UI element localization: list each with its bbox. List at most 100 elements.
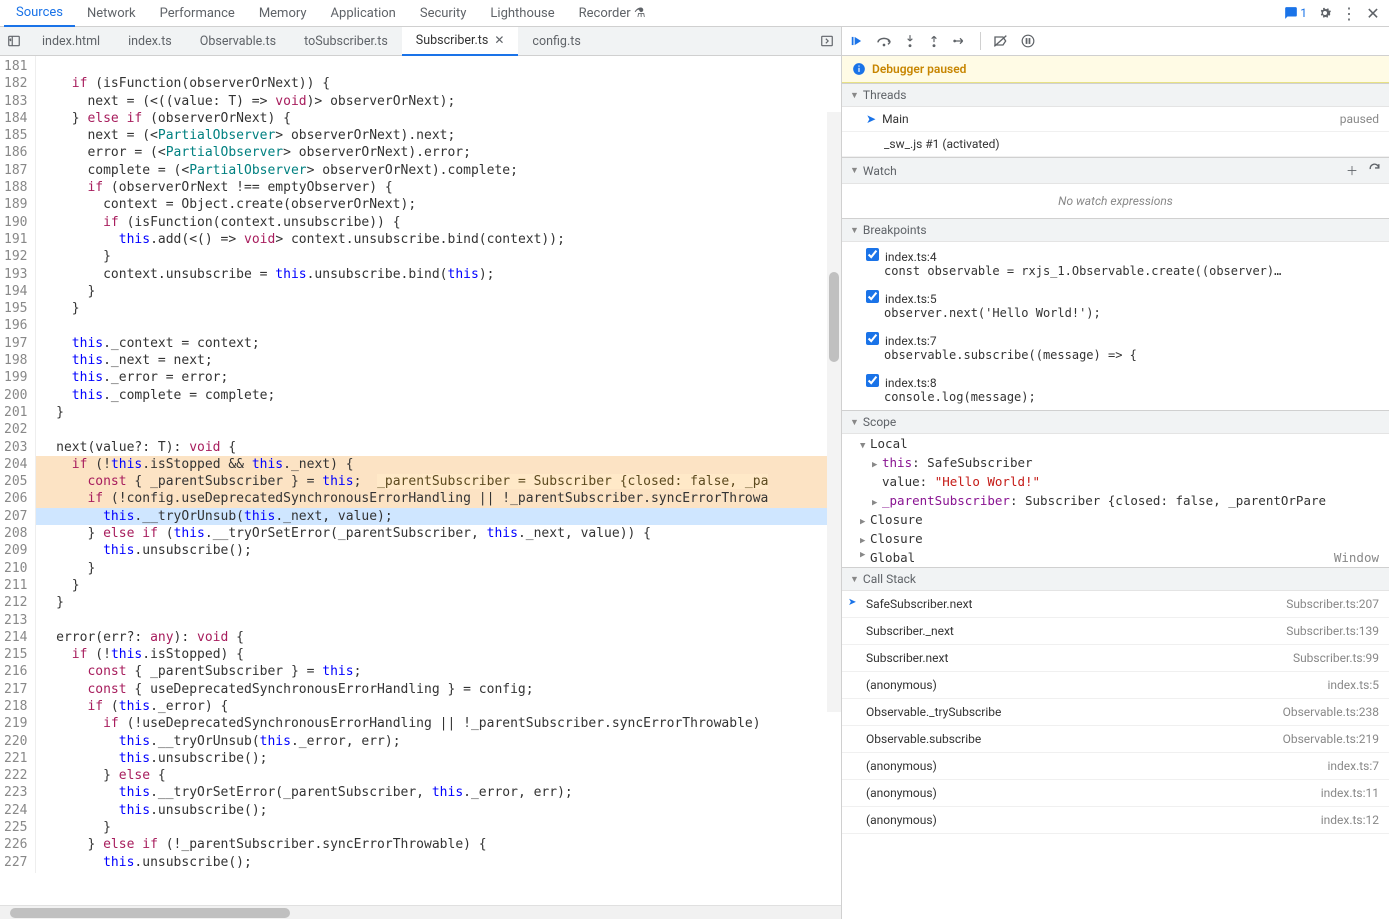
callstack-frame[interactable]: Observable._trySubscribeObservable.ts:23…	[842, 699, 1389, 726]
callstack-frame[interactable]: Observable.subscribeObservable.ts:219	[842, 726, 1389, 753]
panel-tab-recorder[interactable]: Recorder ⚗	[567, 1, 658, 26]
code-line[interactable]: }	[36, 248, 841, 265]
code-line[interactable]: this.__tryOrSetError(_parentSubscriber, …	[36, 784, 841, 801]
scope-global-toggle[interactable]: ▶GlobalWindow	[842, 548, 1389, 567]
breakpoint-checkbox[interactable]	[866, 332, 879, 345]
scope-var-this[interactable]: ▶this: SafeSubscriber	[842, 453, 1389, 472]
navigator-toggle-button[interactable]	[0, 34, 28, 48]
breakpoints-header[interactable]: ▼ Breakpoints	[842, 218, 1389, 242]
code-line[interactable]: }	[36, 404, 841, 421]
code-line[interactable]: this._complete = complete;	[36, 387, 841, 404]
code-line[interactable]: next = (<PartialObserver> observerOrNext…	[36, 127, 841, 144]
code-line[interactable]: } else if (observerOrNext) {	[36, 110, 841, 127]
callstack-frame[interactable]: SafeSubscriber.nextSubscriber.ts:207	[842, 591, 1389, 618]
callstack-frame[interactable]: Subscriber._nextSubscriber.ts:139	[842, 618, 1389, 645]
callstack-frame[interactable]: (anonymous)index.ts:11	[842, 780, 1389, 807]
panel-tab-performance[interactable]: Performance	[148, 1, 247, 26]
code-editor[interactable]: 1811821831841851861871881891901911921931…	[0, 56, 841, 905]
panel-tab-memory[interactable]: Memory	[247, 1, 319, 26]
code-line[interactable]	[36, 612, 841, 629]
breakpoint-item[interactable]: index.ts:7observable.subscribe((message)…	[842, 326, 1389, 368]
file-tab[interactable]: Observable.ts	[186, 27, 290, 56]
scope-var-value[interactable]: value: "Hello World!"	[842, 472, 1389, 491]
callstack-header[interactable]: ▼ Call Stack	[842, 567, 1389, 591]
code-line[interactable]: next = (<((value: T) => void)> observerO…	[36, 93, 841, 110]
breakpoint-checkbox[interactable]	[866, 290, 879, 303]
more-tabs-button[interactable]	[813, 34, 841, 48]
code-line[interactable]: this.unsubscribe();	[36, 854, 841, 871]
code-line[interactable]: }	[36, 577, 841, 594]
code-line[interactable]: context.unsubscribe = this.unsubscribe.b…	[36, 266, 841, 283]
panel-tab-lighthouse[interactable]: Lighthouse	[478, 1, 566, 26]
scope-header[interactable]: ▼ Scope	[842, 410, 1389, 434]
code-line[interactable]	[36, 421, 841, 438]
code-line[interactable]: this._next = next;	[36, 352, 841, 369]
step-into-button[interactable]	[904, 34, 916, 48]
add-watch-button[interactable]: ＋	[1346, 162, 1358, 179]
code-line[interactable]: } else if (this.__tryOrSetError(_parentS…	[36, 525, 841, 542]
code-line[interactable]: this.unsubscribe();	[36, 750, 841, 767]
code-lines[interactable]: if (isFunction(observerOrNext)) { next =…	[36, 56, 841, 873]
code-line[interactable]	[36, 58, 841, 75]
code-line[interactable]: this.__tryOrUnsub(this._error, err);	[36, 733, 841, 750]
thread-row[interactable]: _sw_.js #1 (activated)	[842, 132, 1389, 157]
code-line[interactable]: }	[36, 300, 841, 317]
breakpoint-item[interactable]: index.ts:5observer.next('Hello World!');	[842, 284, 1389, 326]
panel-tab-application[interactable]: Application	[319, 1, 408, 26]
scrollbar-thumb[interactable]	[829, 272, 839, 362]
threads-header[interactable]: ▼ Threads	[842, 83, 1389, 107]
code-line[interactable]: const { useDeprecatedSynchronousErrorHan…	[36, 681, 841, 698]
code-line[interactable]: } else if (!_parentSubscriber.syncErrorT…	[36, 836, 841, 853]
panel-tab-sources[interactable]: Sources	[4, 0, 75, 27]
code-line[interactable]: this.add(<() => void> context.unsubscrib…	[36, 231, 841, 248]
resume-button[interactable]	[850, 34, 864, 48]
code-line[interactable]: }	[36, 283, 841, 300]
close-tab-button[interactable]: ✕	[494, 33, 504, 47]
scrollbar-thumb[interactable]	[10, 908, 290, 918]
code-line[interactable]: this.unsubscribe();	[36, 542, 841, 559]
panel-tab-network[interactable]: Network	[75, 1, 148, 26]
callstack-frame[interactable]: Subscriber.nextSubscriber.ts:99	[842, 645, 1389, 672]
code-line[interactable]: if (observerOrNext !== emptyObserver) {	[36, 179, 841, 196]
code-line[interactable]: const { _parentSubscriber } = this; _par…	[36, 473, 841, 490]
breakpoint-checkbox[interactable]	[866, 248, 879, 261]
code-line[interactable]: this.unsubscribe();	[36, 802, 841, 819]
thread-row[interactable]: ➤Mainpaused	[842, 107, 1389, 132]
code-line[interactable]: }	[36, 560, 841, 577]
code-line[interactable]: if (isFunction(context.unsubscribe)) {	[36, 214, 841, 231]
code-line[interactable]: if (!this.isStopped && this._next) {	[36, 456, 841, 473]
refresh-watch-button[interactable]	[1368, 162, 1381, 179]
breakpoint-checkbox[interactable]	[866, 374, 879, 387]
more-button[interactable]: ⋮	[1337, 1, 1361, 25]
watch-header[interactable]: ▼ Watch ＋	[842, 157, 1389, 184]
code-line[interactable]: const { _parentSubscriber } = this;	[36, 663, 841, 680]
code-line[interactable]	[36, 317, 841, 334]
breakpoint-item[interactable]: index.ts:4const observable = rxjs_1.Obse…	[842, 242, 1389, 284]
vertical-scrollbar[interactable]	[827, 112, 841, 712]
deactivate-breakpoints-button[interactable]	[993, 34, 1009, 48]
code-line[interactable]: error = (<PartialObserver> observerOrNex…	[36, 144, 841, 161]
code-line[interactable]: }	[36, 819, 841, 836]
horizontal-scrollbar[interactable]	[0, 905, 841, 919]
code-line[interactable]: if (!this.isStopped) {	[36, 646, 841, 663]
code-line[interactable]: if (!config.useDeprecatedSynchronousErro…	[36, 490, 841, 507]
code-line[interactable]: this._context = context;	[36, 335, 841, 352]
step-out-button[interactable]	[928, 34, 940, 48]
panel-tab-security[interactable]: Security	[408, 1, 479, 26]
callstack-frame[interactable]: (anonymous)index.ts:12	[842, 807, 1389, 834]
scope-closure-toggle[interactable]: ▶Closure	[842, 529, 1389, 548]
close-devtools-button[interactable]: ✕	[1361, 1, 1385, 25]
file-tab[interactable]: toSubscriber.ts	[290, 27, 402, 56]
code-line[interactable]: this._error = error;	[36, 369, 841, 386]
file-tab[interactable]: config.ts	[518, 27, 594, 56]
code-line[interactable]: if (isFunction(observerOrNext)) {	[36, 75, 841, 92]
scope-var-parentsubscriber[interactable]: ▶_parentSubscriber: Subscriber {closed: …	[842, 491, 1389, 510]
settings-button[interactable]	[1313, 1, 1337, 25]
code-line[interactable]: } else {	[36, 767, 841, 784]
callstack-frame[interactable]: (anonymous)index.ts:5	[842, 672, 1389, 699]
callstack-frame[interactable]: (anonymous)index.ts:7	[842, 753, 1389, 780]
code-line[interactable]: context = Object.create(observerOrNext);	[36, 196, 841, 213]
step-button[interactable]	[952, 34, 968, 48]
file-tab[interactable]: index.ts	[114, 27, 186, 56]
scope-local-toggle[interactable]: ▼Local	[842, 434, 1389, 453]
